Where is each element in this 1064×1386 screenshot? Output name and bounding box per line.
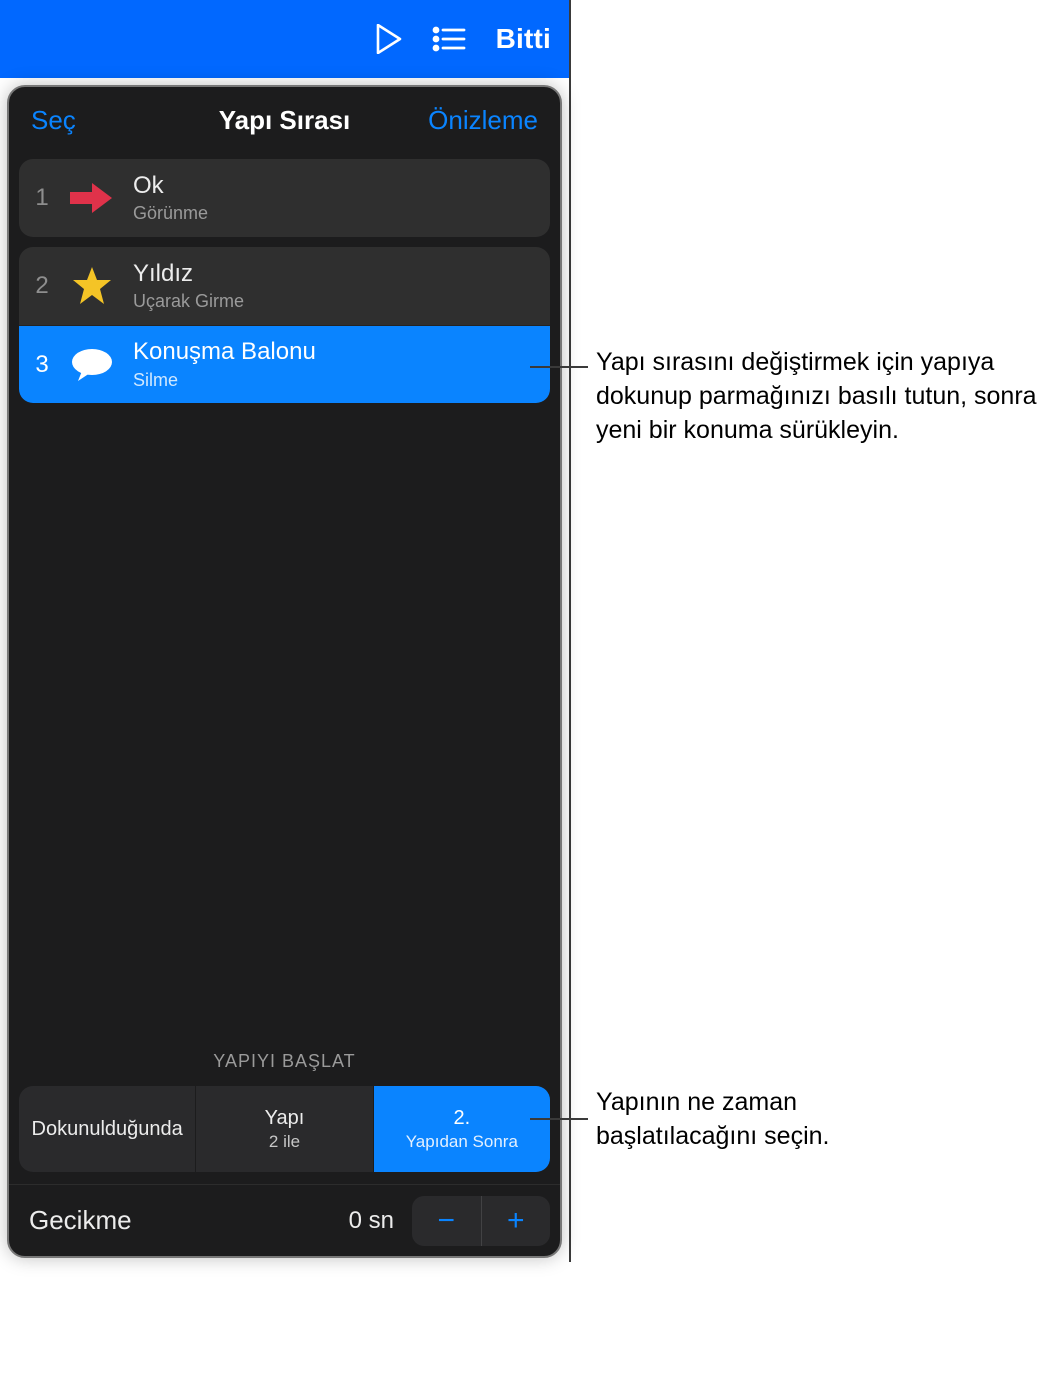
build-item-2[interactable]: 2 Yıldız Uçarak Girme	[19, 247, 550, 325]
popover-header: Seç Yapı Sırası Önizleme	[9, 87, 560, 153]
build-index: 2	[33, 272, 51, 300]
stepper-increment[interactable]: +	[482, 1196, 551, 1246]
build-effect: Silme	[133, 370, 316, 391]
build-effect: Uçarak Girme	[133, 291, 244, 312]
speech-bubble-icon	[69, 342, 115, 388]
option-sublabel: Yapıdan Sonra	[406, 1132, 518, 1152]
star-icon	[69, 263, 115, 309]
option-label: 2.	[453, 1106, 470, 1130]
play-icon[interactable]	[376, 24, 402, 54]
preview-button[interactable]: Önizleme	[428, 105, 538, 136]
build-order-icon[interactable]	[432, 26, 466, 52]
option-label: Yapı	[265, 1106, 305, 1130]
callout-reorder: Yapı sırasını değiştirmek için yapıya do…	[596, 346, 1051, 447]
delay-row: Gecikme 0 sn − +	[9, 1184, 560, 1256]
done-button[interactable]: Bitti	[496, 23, 551, 55]
build-item-group: 2 Yıldız Uçarak Girme 3	[19, 247, 550, 403]
build-title: Ok	[133, 172, 208, 200]
build-index: 3	[33, 351, 51, 379]
delay-value: 0 sn	[349, 1207, 412, 1235]
option-label: Dokunulduğunda	[32, 1117, 183, 1141]
select-button[interactable]: Seç	[31, 105, 76, 136]
build-order-popover: Seç Yapı Sırası Önizleme 1 Ok Görünme 2	[7, 85, 562, 1258]
stepper-decrement[interactable]: −	[412, 1196, 481, 1246]
build-title: Yıldız	[133, 260, 244, 288]
build-item-3[interactable]: 3 Konuşma Balonu Silme	[19, 325, 550, 403]
delay-stepper: − +	[412, 1196, 550, 1246]
start-option-with-build[interactable]: Yapı 2 ile	[195, 1086, 372, 1172]
build-item-1[interactable]: 1 Ok Görünme	[19, 159, 550, 237]
start-option-after-build[interactable]: 2. Yapıdan Sonra	[373, 1086, 550, 1172]
callout-leader	[530, 1118, 588, 1120]
delay-label: Gecikme	[29, 1205, 132, 1236]
start-build-heading: YAPIYI BAŞLAT	[9, 1043, 560, 1086]
build-list: 1 Ok Görünme 2 Yıldız	[9, 153, 560, 403]
build-index: 1	[33, 184, 51, 212]
callout-leader	[530, 366, 588, 368]
navbar: Bitti	[0, 0, 569, 78]
divider	[569, 0, 571, 1262]
arrow-icon	[69, 175, 115, 221]
option-sublabel: 2 ile	[269, 1132, 300, 1152]
start-option-on-tap[interactable]: Dokunulduğunda	[19, 1086, 195, 1172]
start-build-segmented: Dokunulduğunda Yapı 2 ile 2. Yapıdan Son…	[19, 1086, 550, 1172]
build-effect: Görünme	[133, 203, 208, 224]
build-title: Konuşma Balonu	[133, 338, 316, 366]
callout-start: Yapının ne zaman başlatılacağını seçin.	[596, 1086, 936, 1154]
